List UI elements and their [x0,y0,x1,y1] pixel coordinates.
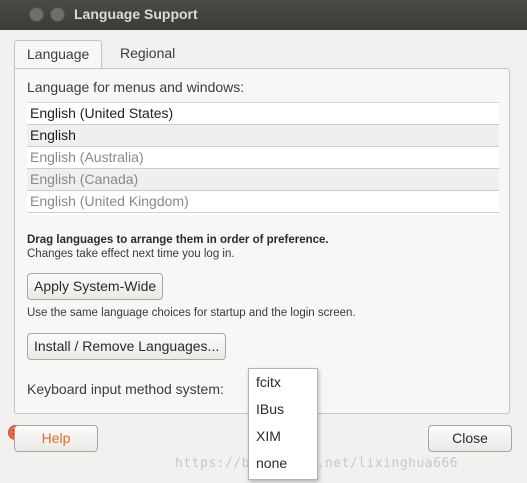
apply-hint: Use the same language choices for startu… [27,307,356,319]
language-panel: Language for menus and windows: English … [14,68,510,414]
dropdown-option-none[interactable]: none [249,450,317,477]
dropdown-option-fcitx[interactable]: fcitx [249,369,317,396]
apply-system-wide-button[interactable]: Apply System-Wide [27,273,164,300]
language-list-label: Language for menus and windows: [27,79,245,95]
install-remove-languages-button[interactable]: Install / Remove Languages... [27,333,227,360]
title-bar: × Language Support [0,0,527,440]
close-button[interactable]: Close [428,425,512,452]
tab-language[interactable]: Language [14,40,103,69]
window-maximize-button[interactable] [50,7,65,22]
dropdown-option-ibus[interactable]: IBus [249,396,317,423]
language-item[interactable]: English [27,125,499,147]
language-item[interactable]: English (United States) [27,103,499,125]
drag-hint: Drag languages to arrange them in order … [27,234,329,246]
keyboard-input-method-dropdown[interactable]: fcitx IBus XIM none [248,368,318,480]
language-item[interactable]: English (Australia) [27,147,499,169]
language-item[interactable]: English (Canada) [27,169,499,191]
window-title: Language Support [74,6,198,22]
tab-regional-formats[interactable]: Regional Formats [108,40,187,88]
window-minimize-button[interactable] [29,7,44,22]
language-item[interactable]: English (United Kingdom) [27,191,499,213]
effect-hint: Changes take effect next time you log in… [27,248,235,260]
dropdown-option-xim[interactable]: XIM [249,423,317,450]
language-list[interactable]: English (United States) English English … [27,102,499,215]
help-button[interactable]: Help [14,425,98,452]
keyboard-input-method-label: Keyboard input method system: [27,381,224,397]
